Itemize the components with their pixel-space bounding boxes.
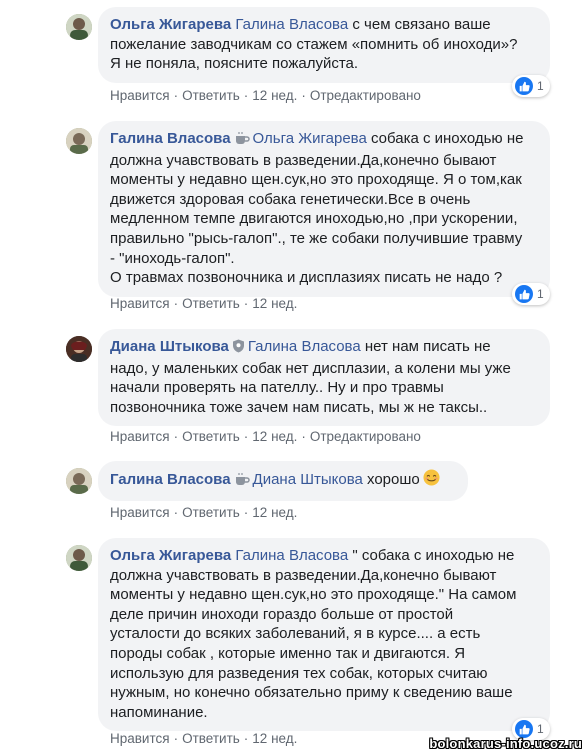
comment-bubble: Галина Власова Диана Штыкова хорошо — [98, 461, 468, 501]
comment-bubble: Диана Штыкова Галина Власова нет нам писа… — [98, 329, 550, 427]
watermark: bolonkarus-info.ucoz.ru — [429, 736, 582, 751]
reply-link[interactable]: Ответить — [182, 88, 240, 103]
comment-actions: Нравится · Ответить · 12 нед. — [110, 296, 298, 311]
comment-text: моменты у недавно щен.сук,но это проходя… — [110, 171, 522, 189]
comment-text: должна учавствовать в разведении.Да,коне… — [110, 151, 497, 169]
avatar[interactable] — [66, 336, 92, 362]
mention-link[interactable]: Диана Штыкова — [253, 471, 363, 488]
comment-text: использую для разведения тех собак, кото… — [110, 664, 488, 682]
reply-link[interactable]: Ответить — [182, 505, 240, 520]
comment-text: нужным, но конечно обязательно приму к с… — [110, 684, 513, 702]
reply-link[interactable]: Ответить — [182, 296, 240, 311]
like-link[interactable]: Нравится — [110, 88, 170, 103]
comment-author[interactable]: Галина Власова — [110, 130, 231, 147]
comment-bubble: Ольга Жигарева Галина Власова " собака с… — [98, 538, 550, 732]
reply-link[interactable]: Ответить — [182, 731, 240, 746]
like-link[interactable]: Нравится — [110, 429, 170, 444]
comment-author[interactable]: Диана Штыкова — [110, 338, 229, 355]
like-icon — [515, 77, 533, 95]
reaction-number: 1 — [537, 722, 544, 736]
timestamp[interactable]: 12 нед. — [252, 296, 297, 311]
comment-actions: Нравится · Ответить · 12 нед. · Отредактирован… — [110, 429, 421, 444]
comment-text: начали проверять на пателлу.. Ну и про т… — [110, 379, 444, 397]
comment-actions: Нравится · Ответить · 12 нед. — [110, 731, 298, 746]
like-link[interactable]: Нравится — [110, 731, 170, 746]
timestamp[interactable]: 12 нед. — [252, 429, 297, 444]
reaction-number: 1 — [537, 79, 544, 93]
shield-badge-icon — [232, 339, 245, 359]
mention-link[interactable]: Галина Власова — [248, 338, 361, 355]
comment-text: нет нам писать не — [360, 338, 491, 355]
comment-author[interactable]: Ольга Жигарева — [110, 547, 231, 564]
like-icon — [515, 285, 533, 303]
comment-actions: Нравится · Ответить · 12 нед. — [110, 505, 298, 520]
comment-text: усталости до всяких заболеваний, я в кур… — [110, 625, 481, 643]
coffee-cup-icon — [234, 131, 250, 151]
like-link[interactable]: Нравится — [110, 296, 170, 311]
comment-text: деле причин иноходи гораздо больше от пр… — [110, 605, 454, 623]
comment-text: Я не поняла, поясните пожалуйста. — [110, 55, 359, 73]
comment-author[interactable]: Ольга Жигарева — [110, 16, 231, 33]
comment-text: правильно "рысь-галоп"., те же собаки по… — [110, 229, 523, 247]
comment-text: пожелание заводчикам со стажем «помнить … — [110, 35, 518, 53]
comment-text: моменты у недавно щен.сук,но это проходя… — [110, 586, 517, 604]
comment-text: породы собак , которые именно так и двиг… — [110, 644, 466, 662]
comment-text: О травмах позвоночника и дисплазиях писа… — [110, 269, 503, 287]
comment-text: с чем связано ваше — [348, 16, 491, 33]
comment-text: " собака с иноходью не — [348, 547, 515, 564]
avatar[interactable] — [66, 545, 92, 571]
comment-text: надо, у маленьких собак нет дисплазии, а… — [110, 359, 511, 377]
comment-text: собака с иноходью не — [366, 130, 524, 147]
reaction-count[interactable]: 1 — [512, 283, 550, 305]
mention-link[interactable]: Ольга Жигарева — [253, 130, 367, 147]
comment-text: хорошо — [362, 471, 420, 488]
comment-actions: Нравится · Ответить · 12 нед. · Отредактирован… — [110, 88, 421, 103]
edited-label: Отредактировано — [309, 88, 421, 103]
comment-bubble: Галина Власова Ольга Жигарева собака с ин… — [98, 121, 550, 297]
avatar[interactable] — [66, 468, 92, 494]
reply-link[interactable]: Ответить — [182, 429, 240, 444]
mention-link[interactable]: Галина Власова — [235, 547, 348, 564]
coffee-cup-icon — [234, 472, 250, 492]
comment-text: должна учавствовать в разведении.Да,коне… — [110, 566, 497, 584]
comment-text: движется здоровая собака генетически.Все… — [110, 190, 471, 208]
like-link[interactable]: Нравится — [110, 505, 170, 520]
edited-label: Отредактировано — [309, 429, 421, 444]
mention-link[interactable]: Галина Власова — [235, 16, 348, 33]
comment-text: напоминание. — [110, 703, 208, 721]
comment-author[interactable]: Галина Власова — [110, 471, 231, 488]
reaction-count[interactable]: 1 — [512, 75, 550, 97]
comment-text: позвоночника тоже зачем нам писать, мы ж… — [110, 398, 488, 416]
smiling-face-emoji — [423, 469, 440, 492]
timestamp[interactable]: 12 нед. — [252, 88, 297, 103]
reaction-number: 1 — [537, 287, 544, 301]
timestamp[interactable]: 12 нед. — [252, 731, 297, 746]
comment-text: - "иноходь-галоп". — [110, 249, 235, 267]
avatar[interactable] — [66, 14, 92, 40]
avatar[interactable] — [66, 128, 92, 154]
timestamp[interactable]: 12 нед. — [252, 505, 297, 520]
comment-text: медленном темпе двигаются иноходью,но ,п… — [110, 210, 518, 228]
comment-bubble: Ольга Жигарева Галина Власова с чем связ… — [98, 7, 550, 83]
